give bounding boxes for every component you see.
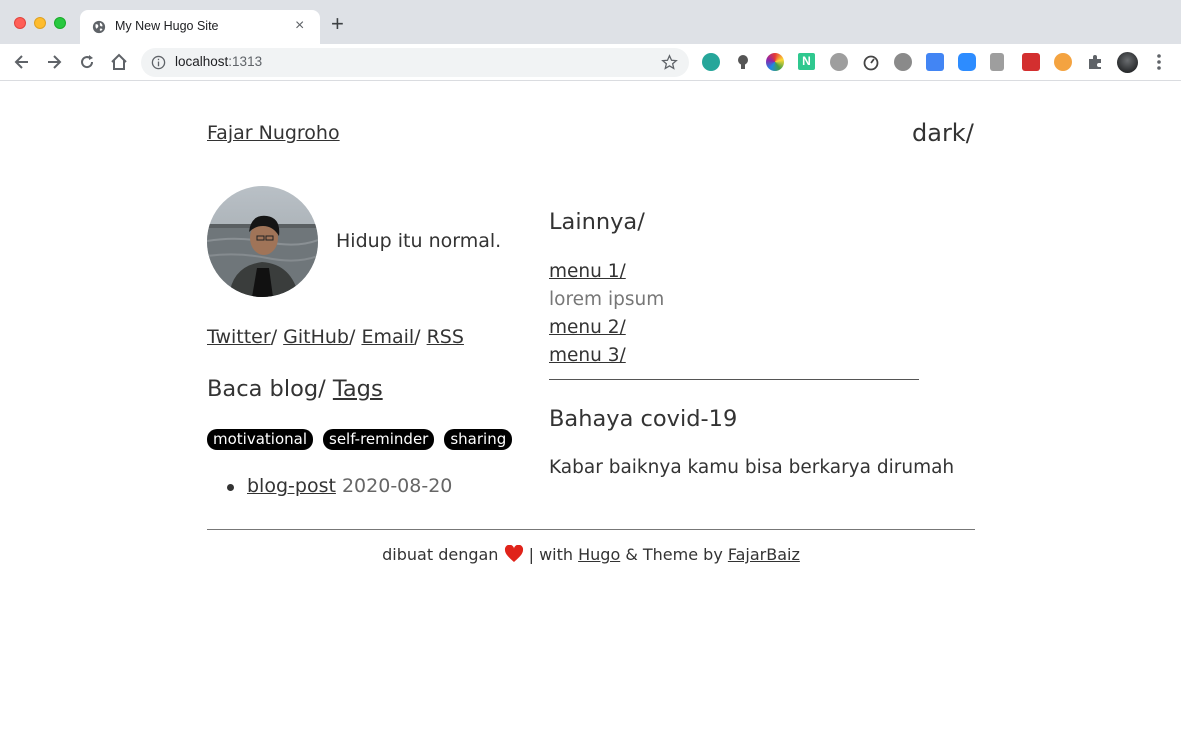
more-menu-icon[interactable] [1151, 51, 1167, 73]
extension-translate-icon[interactable] [926, 53, 944, 71]
extension-tomato-icon[interactable] [830, 53, 848, 71]
address-bar[interactable]: localhost:1313 [141, 48, 689, 77]
theme-author-link[interactable]: FajarBaiz [728, 545, 800, 564]
github-link[interactable]: GitHub [283, 326, 349, 348]
browser-toolbar: localhost:1313 N [0, 44, 1181, 81]
site-brand-link[interactable]: Fajar Nugroho [207, 122, 340, 144]
info-icon[interactable] [151, 55, 166, 70]
new-tab-button[interactable]: + [331, 13, 344, 35]
tab-title: My New Hugo Site [115, 19, 219, 33]
forward-arrow-icon[interactable] [44, 52, 64, 72]
hugo-link[interactable]: Hugo [578, 545, 620, 564]
window-zoom-button[interactable] [54, 17, 66, 29]
globe-icon [92, 20, 106, 34]
extension-pin-icon[interactable] [1022, 53, 1040, 71]
post-title-link[interactable]: blog-post [247, 475, 336, 497]
menu-1-description: lorem ipsum [549, 289, 665, 310]
extension-gear-icon[interactable] [894, 53, 912, 71]
extensions-puzzle-icon[interactable] [1086, 53, 1104, 71]
footer-middle: | with [523, 545, 579, 564]
email-link[interactable]: Email [361, 326, 414, 348]
footer-prefix: dibuat dengan [382, 545, 504, 564]
page-content: Fajar Nugroho dark/ Hidup itu normal. Tw [0, 81, 1181, 747]
footer-theme-by: & Theme by [620, 545, 728, 564]
profile-avatar[interactable] [1117, 52, 1138, 73]
home-icon[interactable] [109, 52, 129, 72]
menu-2-link[interactable]: menu 2/ [549, 317, 626, 338]
extension-shield-icon[interactable] [990, 53, 1004, 71]
menu-1-link[interactable]: menu 1/ [549, 261, 626, 282]
menu-3-link[interactable]: menu 3/ [549, 345, 626, 366]
tag-sharing[interactable]: sharing [444, 429, 513, 450]
tag-self-reminder[interactable]: self-reminder [323, 429, 435, 450]
tag-list: motivational self-reminder sharing [207, 429, 513, 450]
extension-zoom-icon[interactable] [958, 53, 976, 71]
window-minimize-button[interactable] [34, 17, 46, 29]
twitter-link[interactable]: Twitter [207, 326, 271, 348]
browser-tab-bar: My New Hugo Site × + [0, 0, 1181, 44]
url-port: :1313 [228, 54, 263, 69]
social-separator: / [414, 326, 427, 348]
post-date: 2020-08-20 [341, 475, 453, 497]
blog-heading: Baca blog/ Tags [207, 376, 383, 402]
sidebar-divider [549, 379, 919, 380]
footer-divider [207, 529, 975, 530]
extension-n-icon[interactable]: N [798, 53, 815, 70]
heart-icon [504, 545, 523, 562]
extension-speedometer-icon[interactable] [862, 53, 880, 71]
window-close-button[interactable] [14, 17, 26, 29]
bookmark-star-icon[interactable] [661, 54, 678, 71]
list-bullet [227, 484, 234, 491]
social-separator: / [348, 326, 362, 348]
extension-m-icon[interactable] [702, 53, 720, 71]
footer: dibuat dengan | with Hugo & Theme by Faj… [207, 545, 975, 564]
social-links: Twitter/ GitHub/ Email/ RSS [207, 326, 464, 348]
rss-link[interactable]: RSS [427, 326, 464, 348]
reload-icon[interactable] [77, 52, 97, 72]
author-avatar [207, 186, 318, 297]
extension-bulb-icon[interactable] [734, 53, 752, 71]
sidebar-article-title: Bahaya covid-19 [549, 406, 738, 432]
back-arrow-icon[interactable] [12, 52, 32, 72]
close-tab-icon[interactable]: × [295, 17, 304, 35]
url-host: localhost [175, 54, 229, 69]
author-bio: Hidup itu normal. [336, 230, 502, 252]
tags-link[interactable]: Tags [333, 376, 383, 402]
blog-heading-text: Baca blog/ [207, 376, 333, 402]
social-separator: / [270, 326, 284, 348]
extension-color-wheel-icon[interactable] [766, 53, 784, 71]
url-text[interactable]: localhost:1313 [175, 54, 262, 69]
extension-cookie-icon[interactable] [1054, 53, 1072, 71]
sidebar-article-body: Kabar baiknya kamu bisa berkarya dirumah [549, 457, 955, 478]
sidebar-heading: Lainnya/ [549, 209, 645, 235]
browser-tab[interactable]: My New Hugo Site × [80, 10, 320, 44]
dark-mode-toggle[interactable]: dark/ [912, 119, 974, 147]
tag-motivational[interactable]: motivational [207, 429, 313, 450]
